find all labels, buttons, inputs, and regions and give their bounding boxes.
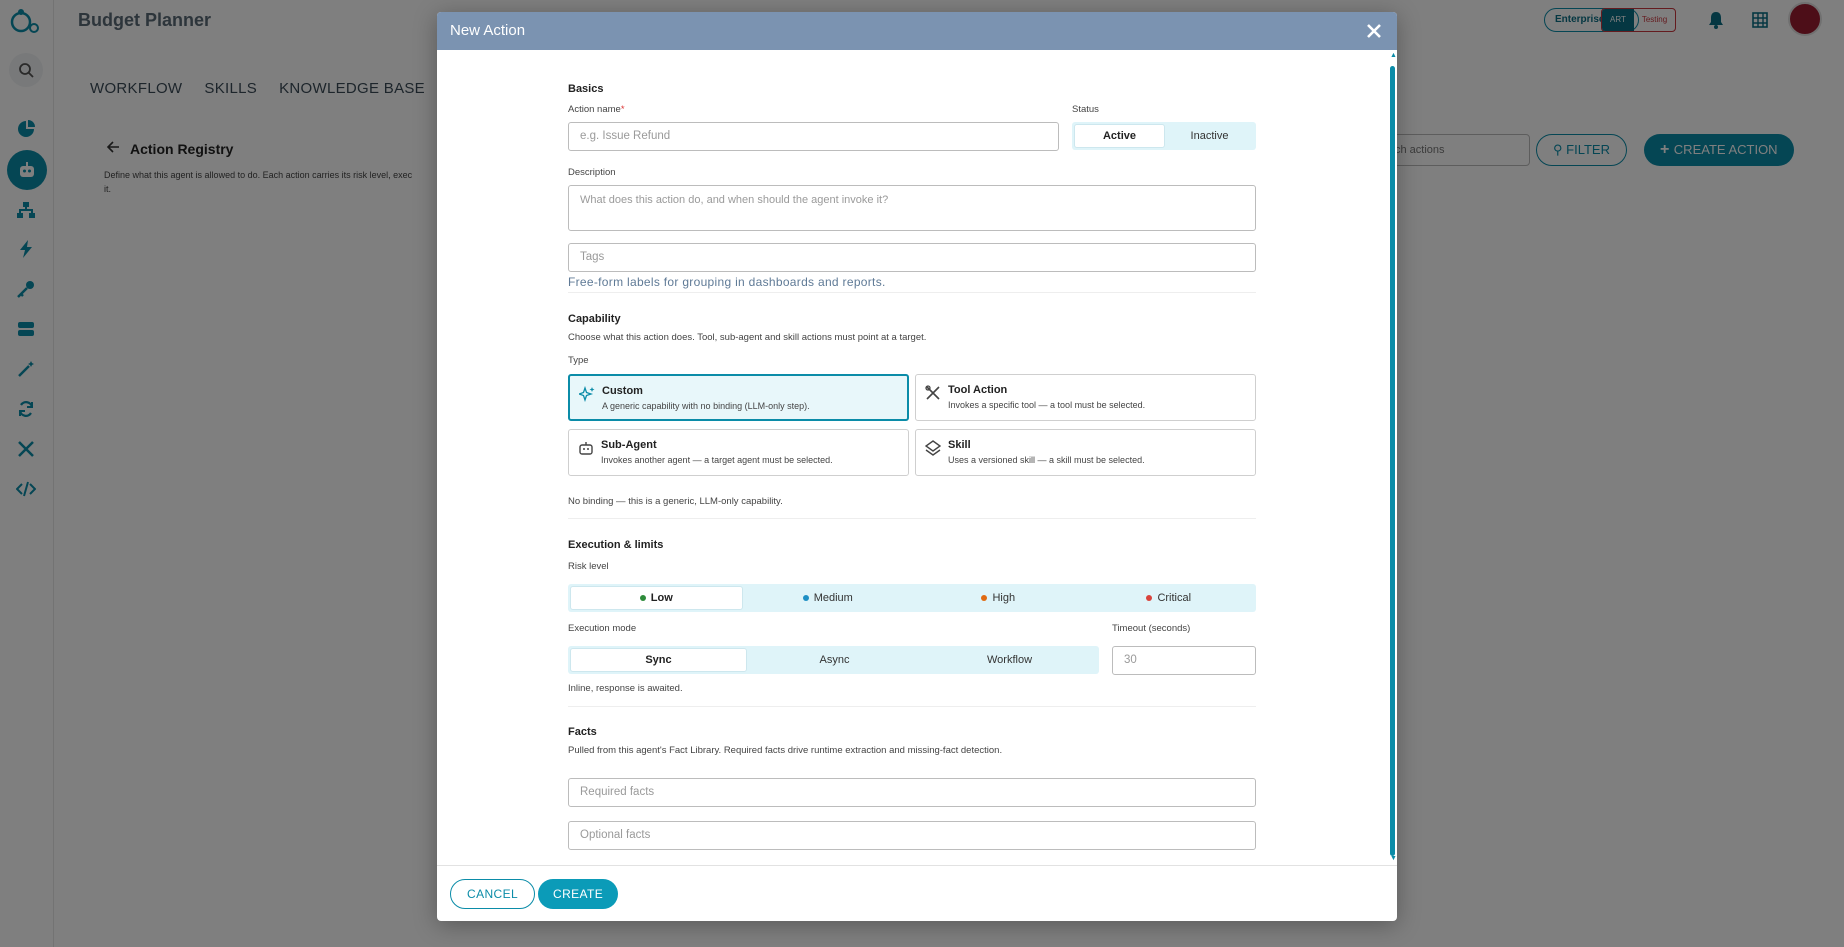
dialog-body: Basics Action name* e.g. Issue Refund St… [437,50,1397,866]
risk-option-medium[interactable]: Medium [743,586,914,610]
type-card-sub-agent[interactable]: Sub-Agent Invokes another agent — a targ… [568,429,909,476]
divider [568,706,1256,707]
mode-option-workflow[interactable]: Workflow [922,648,1097,672]
divider [568,518,1256,519]
status-label: Status [1072,104,1099,115]
type-description: A generic capability with no binding (LL… [602,401,810,411]
type-card-tool-action[interactable]: Tool Action Invokes a specific tool — a … [915,374,1256,421]
status-option-active[interactable]: Active [1074,124,1165,148]
type-card-custom[interactable]: Custom A generic capability with no bind… [568,374,909,421]
type-label: Type [568,355,589,366]
risk-dot-critical [1146,595,1153,601]
risk-dot-low [639,595,646,601]
type-title: Skill [948,439,971,451]
mode-option-sync[interactable]: Sync [570,648,747,672]
required-mark: * [620,104,625,115]
binding-note: No binding — this is a generic, LLM-only… [568,496,783,507]
close-icon[interactable] [1362,19,1386,43]
robot-icon [578,440,594,456]
capability-subtitle: Choose what this action does. Tool, sub-… [568,332,927,343]
risk-label-high: High [992,592,1016,604]
risk-option-high[interactable]: High [913,586,1084,610]
type-title: Custom [602,385,643,397]
risk-dot-high [981,595,988,601]
tools-icon [925,385,941,401]
create-button[interactable]: CREATE [538,879,619,909]
execution-mode-toggle: Sync Async Workflow [568,646,1099,674]
optional-facts-input[interactable]: Optional facts [568,821,1256,850]
risk-level-toggle: Low Medium High Critical [568,584,1256,612]
execution-mode-helper: Inline, response is awaited. [568,683,683,694]
action-name-label: Action name* [568,104,625,115]
dialog-title: New Action [450,22,526,39]
description-label: Description [568,167,616,178]
dialog-footer: CANCEL CREATE [437,865,1397,921]
scrollbar-thumb[interactable] [1390,66,1395,856]
risk-option-low[interactable]: Low [570,586,743,610]
layers-icon [925,440,941,456]
new-action-dialog: New Action Basics Action name* e.g. Issu… [437,12,1397,921]
type-card-skill[interactable]: Skill Uses a versioned skill — a skill m… [915,429,1256,476]
risk-label-medium: Medium [813,592,853,604]
type-description: Invokes a specific tool — a tool must be… [948,400,1146,410]
tags-input[interactable]: Tags [568,243,1256,272]
section-title-capability: Capability [568,313,621,325]
type-description: Uses a versioned skill — a skill must be… [948,455,1145,465]
scroll-down-icon[interactable]: ▼ [1390,855,1397,862]
timeout-label: Timeout (seconds) [1112,623,1191,634]
scroll-up-icon[interactable]: ▲ [1390,52,1397,59]
action-name-label-text: Action name [568,104,621,115]
tags-helper-text: Free-form labels for grouping in dashboa… [568,275,886,289]
timeout-input[interactable]: 30 [1112,646,1256,675]
type-description: Invokes another agent — a target agent m… [601,455,833,465]
risk-option-critical[interactable]: Critical [1084,586,1255,610]
status-toggle: Active Inactive [1072,122,1256,150]
risk-label-low: Low [650,592,673,604]
description-input[interactable]: What does this action do, and when shoul… [568,185,1256,231]
status-option-inactive[interactable]: Inactive [1165,124,1254,148]
sparkles-icon [579,386,595,402]
type-title: Sub-Agent [601,439,657,451]
action-name-input[interactable]: e.g. Issue Refund [568,122,1059,151]
required-facts-input[interactable]: Required facts [568,778,1256,807]
divider [568,292,1256,293]
mode-option-async[interactable]: Async [747,648,922,672]
section-title-basics: Basics [568,83,604,95]
execution-mode-label: Execution mode [568,623,637,634]
risk-level-label: Risk level [568,561,609,572]
risk-dot-medium [802,595,809,601]
cancel-button[interactable]: CANCEL [450,879,536,909]
dialog-header: New Action [437,12,1397,50]
section-title-facts: Facts [568,726,597,738]
section-title-execution: Execution & limits [568,539,664,551]
risk-label-critical: Critical [1157,592,1192,604]
type-title: Tool Action [948,384,1008,396]
facts-subtitle: Pulled from this agent's Fact Library. R… [568,745,1003,756]
